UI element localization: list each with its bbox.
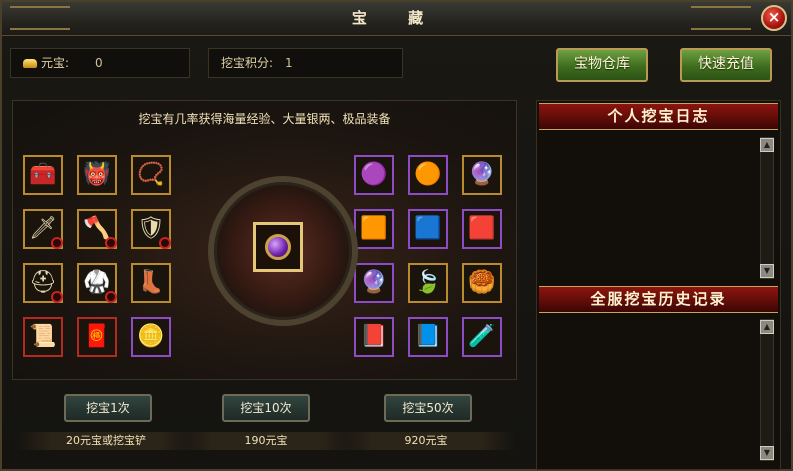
item-slot[interactable]: 🔮	[462, 155, 502, 195]
close-button[interactable]: ×	[761, 5, 787, 31]
orange-gem-icon: 🟧	[360, 216, 388, 241]
blue-scroll-icon: 📘	[414, 324, 442, 349]
scroll-down-icon[interactable]: ▼	[760, 446, 774, 460]
locked-icon	[105, 237, 117, 249]
item-slot[interactable]: 🪓	[77, 209, 117, 249]
scroll-up-icon[interactable]: ▲	[760, 320, 774, 334]
dig-fifty-cost: 920元宝	[336, 432, 516, 450]
title-ornament-right	[691, 6, 751, 30]
quick-recharge-button[interactable]: 快速充值	[680, 48, 772, 82]
scroll-down-icon[interactable]: ▼	[760, 264, 774, 278]
gold-ingot-icon	[23, 59, 37, 68]
hint-text: 挖宝有几率获得海量经验、大量银两、极品装备	[138, 112, 391, 126]
red-gem-icon: 🟥	[468, 216, 496, 241]
treasure-warehouse-button[interactable]: 宝物仓库	[556, 48, 648, 82]
treasure-panel: 挖宝有几率获得海量经验、大量银两、极品装备 🧰 👹 📿 🗡 🪓 🛡 ⛑ 🥋 👢 📜 🧧 🪙 🟣 🟠 🔮 🟧 🟦…	[12, 100, 517, 380]
dig-once-cost: 20元宝或挖宝铲	[16, 432, 196, 450]
item-slot[interactable]: 🟠	[408, 155, 448, 195]
purple-mask-icon: 👹	[83, 162, 111, 187]
helmet-icon: ⛑	[29, 270, 57, 295]
item-slot[interactable]: 🟦	[408, 209, 448, 249]
purple-orb-icon	[265, 234, 291, 260]
server-log-scrollbar[interactable]: ▲ ▼	[760, 319, 774, 461]
item-slot[interactable]: 🍃	[408, 263, 448, 303]
log-panel: 个人挖宝日志 ▲ ▼ 全服挖宝历史记录 ▲ ▼	[536, 100, 781, 470]
item-slot[interactable]: 🧧	[77, 317, 117, 357]
scroll-up-icon[interactable]: ▲	[760, 138, 774, 152]
wheel-selected-slot	[253, 222, 303, 272]
gold-orb-icon: 🟠	[414, 162, 442, 187]
red-boots-icon: 👢	[137, 270, 165, 295]
gold-nugget-icon: 🥮	[468, 270, 496, 295]
server-log-title: 全服挖宝历史记录	[539, 286, 778, 313]
green-armor-icon: 🥋	[83, 270, 111, 295]
locked-icon	[159, 237, 171, 249]
crystal-ball-icon: 🔮	[360, 270, 388, 295]
title-bar: 宝 藏 ×	[2, 2, 791, 36]
dig-once-button[interactable]: 挖宝1次	[64, 394, 152, 422]
item-slot[interactable]: 🟥	[462, 209, 502, 249]
window-title: 宝 藏	[351, 9, 442, 27]
item-slot[interactable]: 🟧	[354, 209, 394, 249]
item-slot[interactable]: 👢	[131, 263, 171, 303]
axe-icon: 🪓	[83, 216, 111, 241]
item-slot[interactable]: 🥋	[77, 263, 117, 303]
red-talisman-icon: 🧧	[83, 324, 111, 349]
locked-icon	[105, 291, 117, 303]
item-slot[interactable]: 📿	[131, 155, 171, 195]
item-slot[interactable]: 🛡	[131, 209, 171, 249]
exp-orb-icon: 🔮	[468, 162, 496, 187]
item-slot[interactable]: 🥮	[462, 263, 502, 303]
blade-icon: 🗡	[29, 216, 57, 241]
item-slot[interactable]: 📜	[23, 317, 63, 357]
locked-icon	[51, 237, 63, 249]
dig-points-value: 1	[285, 56, 293, 70]
item-slot[interactable]: 🗡	[23, 209, 63, 249]
red-scroll-icon: 📕	[360, 324, 388, 349]
item-slot[interactable]: 🔮	[354, 263, 394, 303]
green-jade-icon: 🍃	[414, 270, 442, 295]
treasure-window: 宝 藏 × 元宝: 0 挖宝积分: 1 宝物仓库 快速充值 挖宝有几率获得海量经…	[0, 0, 793, 471]
item-slot[interactable]: 🟣	[354, 155, 394, 195]
item-slot[interactable]: 🪙	[131, 317, 171, 357]
yuanbao-value: 0	[95, 56, 103, 70]
gauntlet-icon: 🛡	[137, 216, 165, 241]
dig-ten-cost: 190元宝	[176, 432, 356, 450]
locked-icon	[51, 291, 63, 303]
gold-ingot-icon: 🪙	[137, 324, 165, 349]
yuanbao-label: 元宝:	[23, 49, 69, 77]
purple-orb-icon: 🟣	[360, 162, 388, 187]
yuanbao-display: 元宝: 0	[10, 48, 190, 78]
dig-ten-button[interactable]: 挖宝10次	[222, 394, 310, 422]
personal-log-title: 个人挖宝日志	[539, 103, 778, 130]
personal-log-list	[545, 135, 756, 280]
item-slot[interactable]: 📘	[408, 317, 448, 357]
blue-gem-icon: 🟦	[414, 216, 442, 241]
item-slot[interactable]: 📕	[354, 317, 394, 357]
scroll-icon: 📜	[29, 324, 57, 349]
dig-fifty-button[interactable]: 挖宝50次	[384, 394, 472, 422]
necklace-icon: 📿	[137, 162, 165, 187]
item-slot[interactable]: 🧪	[462, 317, 502, 357]
personal-log-scrollbar[interactable]: ▲ ▼	[760, 137, 774, 279]
item-slot[interactable]: 🧰	[23, 155, 63, 195]
dig-points-label: 挖宝积分:	[221, 56, 274, 70]
item-slot[interactable]: 👹	[77, 155, 117, 195]
item-slot[interactable]: ⛑	[23, 263, 63, 303]
dig-points-display: 挖宝积分: 1	[208, 48, 403, 78]
potion-bottle-icon: 🧪	[468, 324, 496, 349]
server-log-list	[545, 319, 756, 464]
treasure-chest-icon: 🧰	[29, 162, 57, 187]
